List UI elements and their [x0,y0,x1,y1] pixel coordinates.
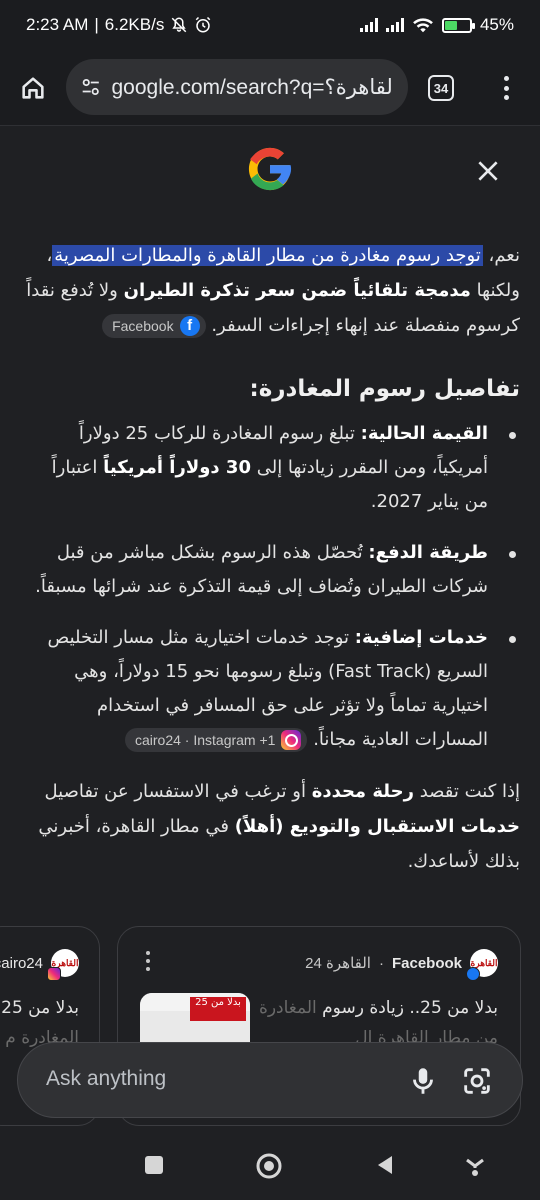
facebook-badge-icon [466,967,480,981]
section-heading: تفاصيل رسوم المغادرة: [249,376,521,402]
card-header: القاهرة cairo24 [0,949,79,981]
ai-answer-sheet: نعم، توجد رسوم مغادرة من مطار القاهرة وا… [0,126,540,1200]
instagram-badge-icon [47,967,61,981]
signal-icon [359,18,378,32]
intro-bold: مدمجة تلقائياً ضمن سعر تذكرة الطيران [123,280,471,301]
tab-count: 34 [433,80,449,96]
google-logo-icon [248,147,292,191]
card-site: القاهرة 24 [305,955,371,972]
assistant-icon[interactable] [463,1154,487,1178]
more-vert-icon[interactable] [496,72,516,104]
instagram-icon [281,730,302,750]
facebook-icon: f [179,316,200,336]
status-bar: 2:23 AM | 6.2KB/s 45% [0,0,540,50]
recents-icon[interactable] [143,1154,165,1176]
avatar: القاهرة [47,949,79,981]
ask-placeholder: Ask anything [46,1067,167,1090]
intro-prefix: نعم، [488,245,520,266]
card-title-text: بدلا من 25 [1,998,79,1018]
bullet-bold: 30 دولاراً أمريكياً [103,457,251,478]
card-dot: · [378,954,384,972]
close-icon [478,161,498,181]
close-button[interactable] [470,153,506,189]
outro-text-1: إذا كنت تقصد [419,781,520,802]
intro-highlight[interactable]: توجد رسوم مغادرة من مطار القاهرة والمطار… [52,245,483,266]
outro-bold-1: رحلة محددة [311,781,414,802]
mic-icon[interactable] [406,1064,440,1098]
source-chip-instagram[interactable]: cairo24 · Instagram +1 [124,728,308,752]
tab-switcher-button[interactable]: 34 [428,75,454,101]
status-time: 2:23 AM [26,15,89,34]
outro-paragraph: إذا كنت تقصد رحلة محددة أو ترغب في الاست… [24,774,520,879]
signal-icon-2 [385,18,404,32]
bullet-label: خدمات إضافية: [354,627,488,648]
bullet-list: القيمة الحالية: تبلغ رسوم المغادرة للركا… [24,417,520,757]
home-nav-icon[interactable] [255,1152,283,1180]
system-nav-bar [0,1130,540,1200]
alarm-icon [196,16,211,33]
bullet-label: طريقة الدفع: [368,542,488,563]
google-lens-icon[interactable] [460,1064,494,1098]
answer-body: نعم، توجد رسوم مغادرة من مطار القاهرة وا… [24,238,520,879]
status-right: 45% [359,15,514,35]
thumb-label: بدلا من 25 [190,997,246,1021]
outro-text-2: أو ترغب في الاستفسار عن تفاصيل [44,781,306,802]
avatar: القاهرة [466,949,498,981]
home-icon [22,76,44,99]
site-settings-icon[interactable] [80,76,101,98]
status-left: 2:23 AM | 6.2KB/s [26,15,212,35]
card-title-text: بدلا من 25.. زيادة رسوم [322,998,498,1018]
ask-anything-input[interactable]: Ask anything [17,1042,523,1118]
home-button[interactable] [0,50,66,126]
mute-icon [172,17,187,33]
source-chip-label: cairo24 · Instagram +1 [134,732,276,748]
list-item: طريقة الدفع: تُحصّل هذه الرسوم بشكل مباش… [24,536,520,604]
source-chip-label: Facebook [112,318,174,334]
address-bar[interactable]: google.com/search?q=القاهرة؟ [66,59,408,115]
status-separator: | [94,15,99,34]
back-icon[interactable] [374,1154,396,1176]
intro-paragraph: نعم، توجد رسوم مغادرة من مطار القاهرة وا… [24,238,520,343]
list-item: القيمة الحالية: تبلغ رسوم المغادرة للركا… [24,417,520,519]
battery-icon [441,17,475,33]
status-net-speed: 6.2KB/s [104,15,165,34]
url-text: google.com/search?q=القاهرة؟ [111,75,392,99]
browser-toolbar: google.com/search?q=القاهرة؟ 34 [0,50,540,126]
card-source: cairo24 [0,954,43,972]
outro-bold-2: خدمات الاستقبال والتوديع (أهلاً) [234,816,520,837]
source-chip-facebook[interactable]: Facebook f [102,314,206,338]
battery-percent: 45% [479,15,514,34]
card-source: Facebook [391,954,462,972]
bullet-label: القيمة الحالية: [360,423,488,444]
wifi-icon [413,18,433,33]
card-header: القاهرة Facebook · القاهرة 24 [305,949,498,981]
list-item: خدمات إضافية: توجد خدمات اختيارية مثل مس… [24,621,520,757]
more-vert-icon[interactable] [146,951,152,971]
